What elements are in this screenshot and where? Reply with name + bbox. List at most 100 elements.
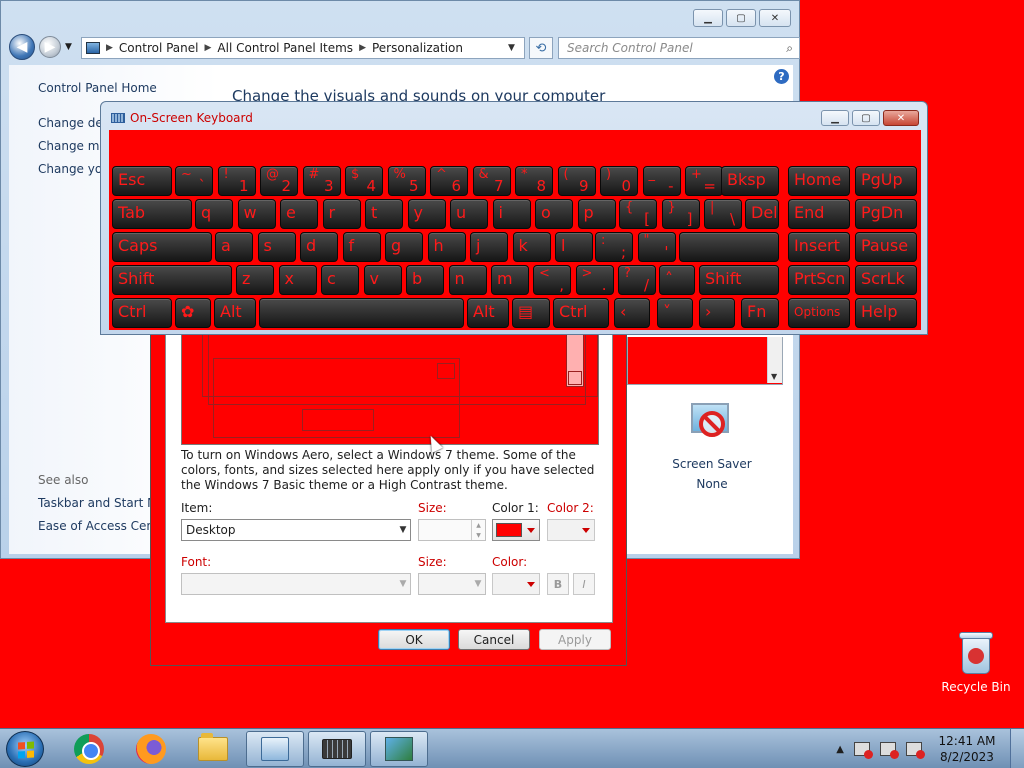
- key-esc[interactable]: Esc: [112, 166, 172, 196]
- key-del[interactable]: Del: [745, 199, 779, 229]
- forward-button[interactable]: ▶: [39, 36, 61, 58]
- key-7[interactable]: & 7: [472, 166, 511, 196]
- taskbar-control-panel[interactable]: [246, 731, 304, 767]
- key-sym4-2[interactable]: ? /: [618, 265, 656, 295]
- key-d[interactable]: d: [300, 232, 338, 262]
- key-sym4-1[interactable]: >.: [575, 265, 614, 295]
- theme-list[interactable]: ▼: [627, 337, 783, 385]
- key-k[interactable]: k: [512, 232, 551, 262]
- show-hidden-icons-icon[interactable]: ▲: [836, 744, 844, 755]
- key-ctrl-left[interactable]: Ctrl: [112, 298, 172, 328]
- key-pgup[interactable]: PgUp: [855, 166, 917, 196]
- key-pause[interactable]: Pause: [855, 232, 917, 262]
- key-alt-right[interactable]: Alt: [467, 298, 509, 328]
- key-5[interactable]: % 5: [387, 166, 426, 196]
- key-9[interactable]: (9: [557, 166, 596, 196]
- key-m[interactable]: m: [491, 265, 529, 295]
- key-1[interactable]: ! 1: [217, 166, 256, 196]
- key-3[interactable]: #3: [302, 166, 341, 196]
- taskbar-window-color[interactable]: [370, 731, 428, 767]
- item-select[interactable]: Desktop ▼: [181, 519, 411, 541]
- key-windows[interactable]: ✿: [175, 298, 211, 328]
- key-help[interactable]: Help: [855, 298, 917, 328]
- item-size-spinner[interactable]: ▲ ▼: [418, 519, 486, 541]
- refresh-button[interactable]: ⟲: [529, 37, 553, 59]
- italic-button[interactable]: I: [573, 573, 595, 595]
- key-sym3-0[interactable]: :;: [595, 232, 633, 262]
- breadcrumb-personalization[interactable]: Personalization: [372, 41, 463, 55]
- color2-picker[interactable]: [547, 519, 595, 541]
- key-r[interactable]: r: [322, 199, 361, 229]
- volume-muted-icon[interactable]: [906, 742, 925, 759]
- theme-list-scrollbar[interactable]: ▼: [767, 337, 782, 383]
- breadcrumb-control-panel[interactable]: Control Panel: [119, 41, 199, 55]
- key-right[interactable]: ›: [699, 298, 735, 328]
- history-dropdown-icon[interactable]: ▼: [65, 42, 72, 52]
- key-insert[interactable]: Insert: [788, 232, 850, 262]
- key-up[interactable]: ˄: [659, 265, 695, 295]
- key-j[interactable]: j: [470, 232, 508, 262]
- clock[interactable]: 12:41 AM 8/2/2023: [932, 733, 1002, 765]
- help-icon[interactable]: ?: [774, 69, 789, 84]
- key-u[interactable]: u: [450, 199, 488, 229]
- recycle-bin[interactable]: Recycle Bin: [938, 628, 1014, 694]
- key-end[interactable]: End: [788, 199, 850, 229]
- key-sym-0[interactable]: {[: [619, 199, 657, 229]
- key-`[interactable]: ~ `: [175, 166, 213, 196]
- key-sym-2[interactable]: | \: [704, 199, 742, 229]
- key-sym3-1[interactable]: " ': [637, 232, 676, 262]
- key-tab[interactable]: Tab: [112, 199, 192, 229]
- key-=[interactable]: + =: [685, 166, 723, 196]
- minimize-button[interactable]: ▁: [693, 9, 723, 27]
- key-left[interactable]: ‹: [614, 298, 650, 328]
- taskbar-explorer[interactable]: [184, 731, 242, 767]
- key-w[interactable]: w: [237, 199, 276, 229]
- key-a[interactable]: a: [215, 232, 253, 262]
- osk-minimize-button[interactable]: ▁: [821, 110, 849, 126]
- key--[interactable]: _ -: [642, 166, 681, 196]
- key-scrlk[interactable]: ScrLk: [855, 265, 917, 295]
- bold-button[interactable]: B: [547, 573, 569, 595]
- font-select[interactable]: ▼: [181, 573, 411, 595]
- network-icon[interactable]: [880, 742, 899, 759]
- ok-button[interactable]: OK: [378, 629, 450, 650]
- key-s[interactable]: s: [257, 232, 296, 262]
- screen-saver-icon[interactable]: [689, 403, 733, 447]
- key-t[interactable]: t: [365, 199, 403, 229]
- key-q[interactable]: q: [195, 199, 233, 229]
- key-space[interactable]: [259, 298, 464, 328]
- key-0[interactable]: ) 0: [600, 166, 638, 196]
- key-6[interactable]: ^ 6: [430, 166, 468, 196]
- maximize-button[interactable]: ▢: [726, 9, 756, 27]
- key-c[interactable]: c: [321, 265, 359, 295]
- address-bar[interactable]: ▶ Control Panel ▶ All Control Panel Item…: [81, 37, 525, 59]
- key-prtscn[interactable]: PrtScn: [788, 265, 850, 295]
- key-f[interactable]: f: [342, 232, 381, 262]
- key-n[interactable]: n: [448, 265, 487, 295]
- key-pgdn[interactable]: PgDn: [855, 199, 917, 229]
- osk-maximize-button[interactable]: ▢: [852, 110, 880, 126]
- apply-button[interactable]: Apply: [539, 629, 611, 650]
- key-fn[interactable]: Fn: [741, 298, 779, 328]
- key-enter[interactable]: [679, 232, 779, 262]
- key-ctrl-right[interactable]: Ctrl: [553, 298, 609, 328]
- search-input[interactable]: Search Control Panel ⌕: [558, 37, 800, 59]
- key-x[interactable]: x: [278, 265, 317, 295]
- action-center-icon[interactable]: [854, 742, 873, 759]
- start-button[interactable]: [6, 731, 44, 767]
- close-button[interactable]: ✕: [759, 9, 791, 27]
- key-l[interactable]: l: [555, 232, 593, 262]
- sidebar-link-desktop-icons[interactable]: Change des: [38, 116, 109, 130]
- key-g[interactable]: g: [385, 232, 423, 262]
- key-z[interactable]: z: [236, 265, 274, 295]
- key-shift-left[interactable]: Shift: [112, 265, 232, 295]
- screen-saver-value[interactable]: None: [672, 477, 752, 491]
- key-2[interactable]: @2: [260, 166, 298, 196]
- color1-picker[interactable]: [492, 519, 540, 541]
- key-options[interactable]: Options: [788, 298, 850, 328]
- taskbar-firefox[interactable]: [122, 731, 180, 767]
- key-sym4-0[interactable]: <,: [533, 265, 571, 295]
- key-menu[interactable]: ▤: [512, 298, 550, 328]
- appearance-preview[interactable]: [181, 321, 599, 445]
- key-y[interactable]: y: [407, 199, 446, 229]
